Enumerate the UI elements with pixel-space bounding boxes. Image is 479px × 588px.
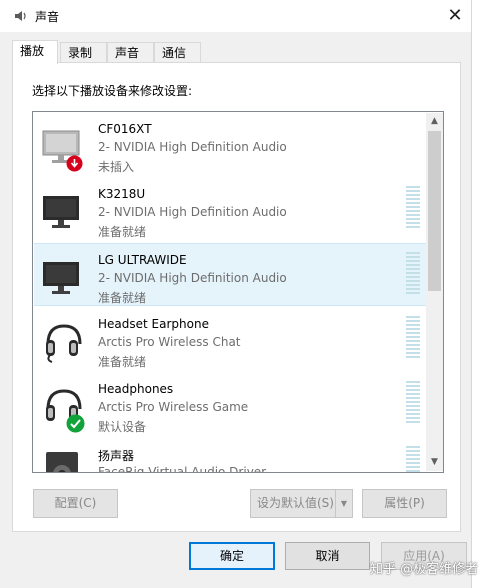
tab-sounds[interactable]: 声音 bbox=[107, 42, 154, 62]
background-edge bbox=[472, 0, 479, 588]
device-row-cf016xt[interactable]: CF016XT 2- NVIDIA High Definition Audio … bbox=[34, 113, 426, 176]
device-status: 未插入 bbox=[98, 160, 135, 174]
device-status: 准备就绪 bbox=[98, 355, 147, 369]
device-name: 扬声器 bbox=[98, 449, 135, 463]
scroll-up-arrow-icon[interactable]: ▲ bbox=[426, 113, 443, 130]
set-default-button[interactable]: 设为默认值(S) bbox=[250, 489, 336, 518]
device-status: 准备就绪 bbox=[98, 291, 147, 305]
volume-meter bbox=[406, 186, 420, 230]
headset-icon bbox=[46, 324, 82, 363]
volume-meter bbox=[406, 446, 420, 472]
ok-button[interactable]: 确定 bbox=[189, 542, 275, 570]
device-driver: 2- NVIDIA High Definition Audio bbox=[98, 205, 287, 219]
playback-panel: 选择以下播放设备来修改设置: CF016XT 2- NVIDIA High De… bbox=[12, 62, 461, 532]
tab-recording[interactable]: 录制 bbox=[60, 42, 107, 62]
device-driver: 2- NVIDIA High Definition Audio bbox=[98, 271, 287, 285]
default-check-icon bbox=[66, 414, 85, 433]
device-name: Headset Earphone bbox=[98, 317, 209, 331]
configure-button[interactable]: 配置(C) bbox=[33, 489, 118, 518]
cancel-button[interactable]: 取消 bbox=[285, 542, 370, 570]
device-row-speakers[interactable]: 扬声器 FaceRig Virtual Audio Driver bbox=[34, 438, 426, 473]
device-row-lg-ultrawide[interactable]: LG ULTRAWIDE 2- NVIDIA High Definition A… bbox=[34, 243, 426, 306]
device-name: CF016XT bbox=[98, 122, 152, 136]
tab-communications[interactable]: 通信 bbox=[154, 42, 201, 62]
speaker-app-icon bbox=[15, 11, 26, 21]
scroll-down-arrow-icon[interactable]: ▼ bbox=[426, 454, 443, 471]
device-status: 默认设备 bbox=[98, 420, 147, 434]
scroll-thumb[interactable] bbox=[428, 131, 441, 291]
tab-playback[interactable]: 播放 bbox=[12, 40, 58, 64]
device-name: LG ULTRAWIDE bbox=[98, 253, 187, 267]
title-bar: 声音 ✕ bbox=[0, 0, 471, 32]
speaker-icon bbox=[46, 452, 78, 472]
device-driver: FaceRig Virtual Audio Driver bbox=[98, 465, 267, 473]
unplugged-badge-icon bbox=[66, 155, 83, 172]
device-list[interactable]: CF016XT 2- NVIDIA High Definition Audio … bbox=[32, 111, 444, 473]
device-row-headphones[interactable]: Headphones Arctis Pro Wireless Game 默认设备 bbox=[34, 373, 426, 436]
monitor-icon bbox=[43, 196, 79, 228]
volume-meter bbox=[406, 316, 420, 360]
device-driver: Arctis Pro Wireless Chat bbox=[98, 335, 241, 349]
properties-button[interactable]: 属性(P) bbox=[362, 489, 447, 518]
instruction-text: 选择以下播放设备来修改设置: bbox=[32, 84, 193, 98]
watermark-text: 知乎 @极客维修者 bbox=[370, 562, 479, 577]
volume-meter bbox=[406, 252, 420, 296]
device-status: 准备就绪 bbox=[98, 225, 147, 239]
device-row-k3218u[interactable]: K3218U 2- NVIDIA High Definition Audio 准… bbox=[34, 178, 426, 241]
close-button[interactable]: ✕ bbox=[441, 3, 469, 29]
device-driver: 2- NVIDIA High Definition Audio bbox=[98, 140, 287, 154]
device-row-headset-earphone[interactable]: Headset Earphone Arctis Pro Wireless Cha… bbox=[34, 308, 426, 371]
volume-meter bbox=[406, 381, 420, 425]
list-scrollbar[interactable]: ▲ ▼ bbox=[426, 113, 443, 471]
device-driver: Arctis Pro Wireless Game bbox=[98, 400, 249, 414]
window-title: 声音 bbox=[35, 10, 60, 24]
set-default-dropdown-icon[interactable]: ▼ bbox=[335, 489, 353, 518]
device-name: Headphones bbox=[98, 382, 174, 396]
monitor-icon bbox=[43, 262, 79, 294]
sound-dialog: 声音 ✕ 播放 录制 声音 通信 选择以下播放设备来修改设置: CF016XT … bbox=[0, 0, 472, 588]
device-name: K3218U bbox=[98, 187, 146, 201]
